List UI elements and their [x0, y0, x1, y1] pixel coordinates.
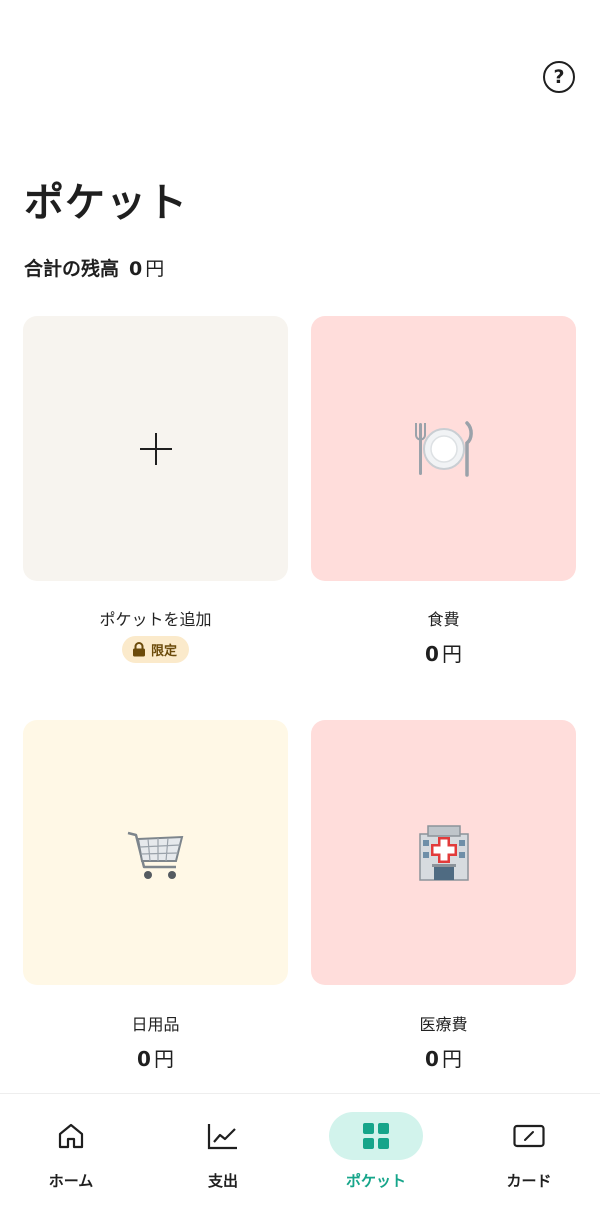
- pocket-caption-food: 食費 0円: [311, 606, 576, 667]
- plus-icon: [139, 432, 172, 465]
- shopping-cart-icon: [124, 821, 188, 885]
- question-circle-icon: ?: [553, 65, 565, 88]
- nav-label-expenses: 支出: [207, 1172, 238, 1190]
- nav-label-pockets: ポケット: [345, 1172, 406, 1190]
- pocket-card-daily-goods[interactable]: [23, 720, 288, 985]
- pocket-caption-daily-goods: 日用品 0円: [23, 1011, 288, 1072]
- nav-item-pockets[interactable]: ポケット: [306, 1112, 446, 1191]
- pocket-label: 医療費: [419, 1015, 468, 1034]
- pocket-amount: 0円: [425, 642, 462, 666]
- pocket-label: 食費: [427, 610, 460, 629]
- total-balance-label: 合計の残高: [24, 258, 120, 280]
- pocket-card-food[interactable]: [311, 316, 576, 581]
- home-icon: [58, 1123, 84, 1149]
- total-balance-amount: 0円: [129, 258, 165, 280]
- lock-icon: [132, 642, 145, 657]
- nav-label-card: カード: [506, 1172, 552, 1190]
- chart-icon: [207, 1124, 237, 1150]
- help-button[interactable]: ?: [543, 61, 575, 93]
- pocket-amount: 0円: [425, 1047, 462, 1071]
- add-pocket-card[interactable]: [23, 316, 288, 581]
- add-pocket-caption: ポケットを追加 限定: [23, 606, 288, 663]
- total-balance: 合計の残高 0円: [24, 254, 164, 281]
- nav-item-card[interactable]: カード: [459, 1112, 599, 1191]
- add-pocket-label: ポケットを追加: [99, 610, 212, 629]
- grid-icon: [363, 1123, 389, 1149]
- pocket-caption-medical: 医療費 0円: [311, 1011, 576, 1072]
- nav-item-expenses[interactable]: 支出: [153, 1112, 293, 1191]
- card-icon: [513, 1124, 545, 1148]
- page-title: ポケット: [24, 180, 188, 226]
- nav-item-home[interactable]: ホーム: [1, 1112, 141, 1191]
- pocket-amount: 0円: [137, 1047, 174, 1071]
- pocket-card-medical[interactable]: [311, 720, 576, 985]
- limited-badge: 限定: [121, 636, 189, 663]
- pocket-label: 日用品: [131, 1015, 180, 1034]
- fork-knife-plate-icon: [412, 417, 476, 481]
- hospital-icon: [412, 821, 476, 885]
- nav-label-home: ホーム: [48, 1172, 94, 1190]
- limited-badge-label: 限定: [150, 644, 177, 659]
- bottom-nav: ホーム 支出 ポケット カード: [0, 1093, 600, 1208]
